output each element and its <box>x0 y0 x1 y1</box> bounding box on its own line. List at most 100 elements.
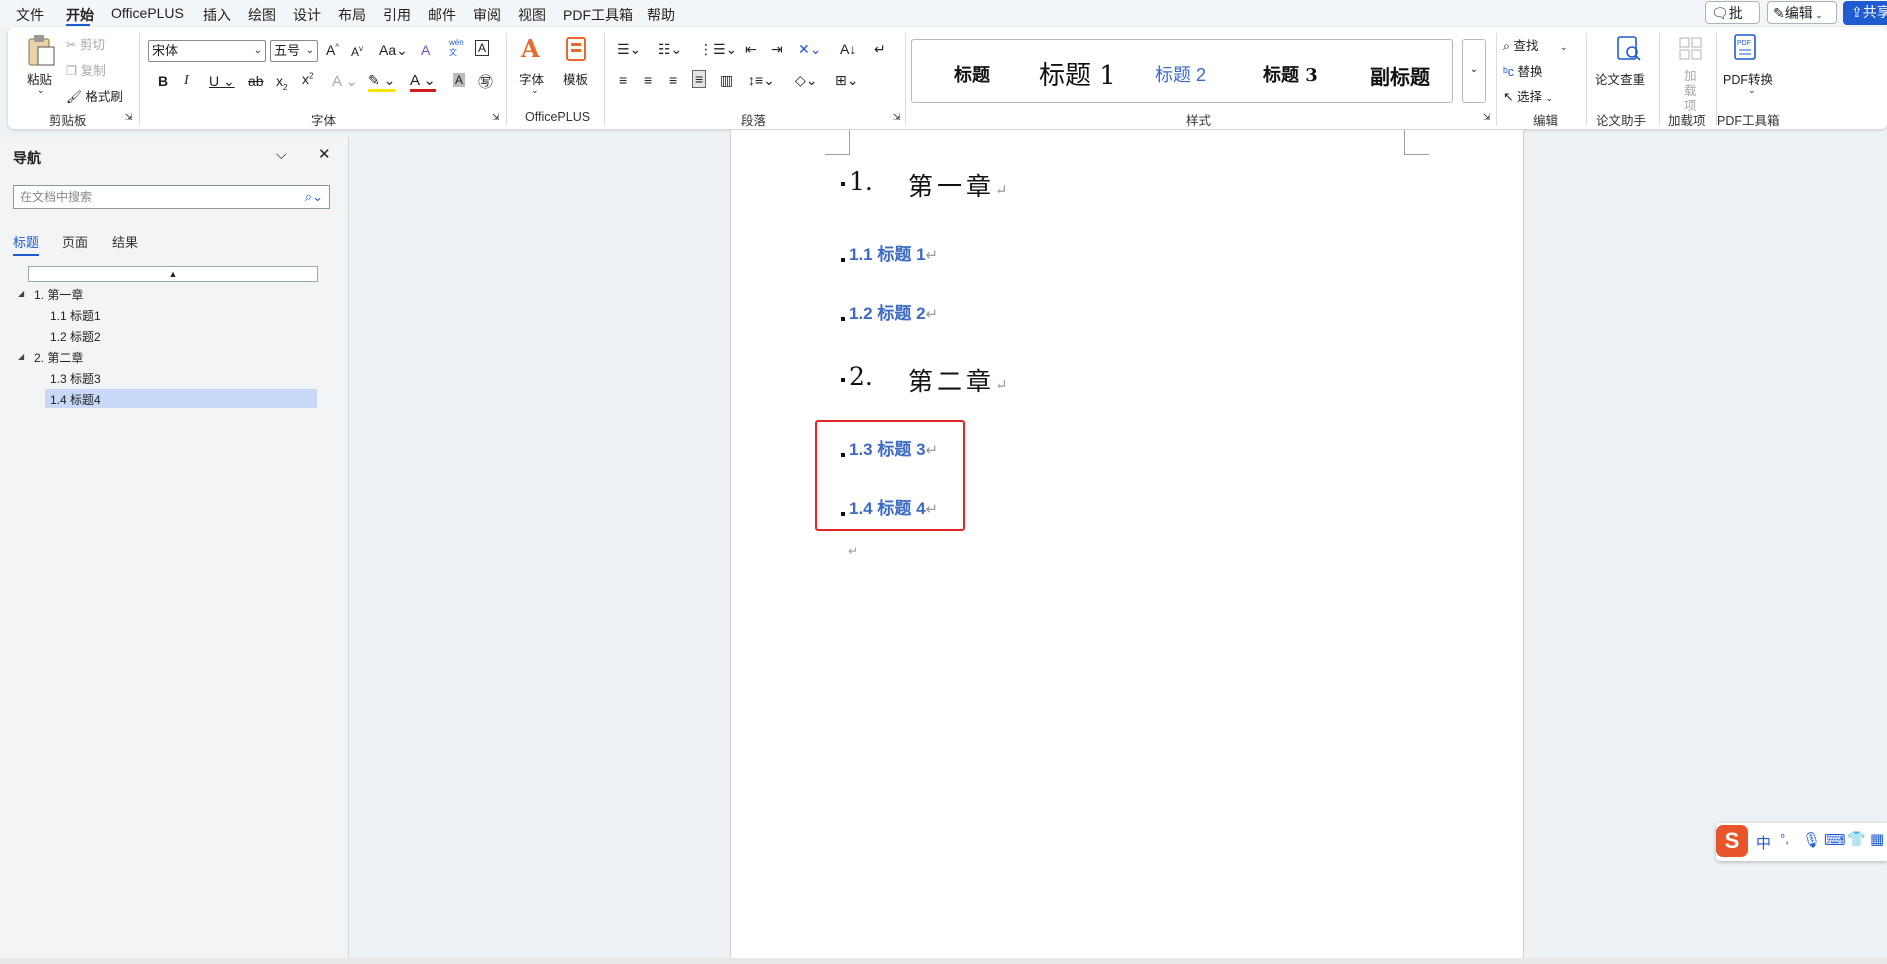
superscript-button[interactable]: x2 <box>302 71 313 87</box>
copy-button[interactable]: ❐ 复制 <box>66 60 106 79</box>
increase-indent-icon[interactable]: ⇥ <box>771 41 783 58</box>
heading-1-1[interactable]: 1.1 标题 1↵ <box>849 240 938 265</box>
paste-icon[interactable] <box>26 33 58 67</box>
ime-punct-toggle[interactable]: °, <box>1780 831 1789 846</box>
tree-item-chapter-2[interactable]: 2. 第二章 <box>34 349 83 366</box>
tree-item-1-1[interactable]: 1.1 标题1 <box>50 307 101 324</box>
menu-references[interactable]: 引用 <box>383 5 411 25</box>
font-launcher-icon[interactable]: ⇲ <box>492 112 500 123</box>
edit-mode-button[interactable]: ✎编辑 ⌄ <box>1767 1 1837 24</box>
pdf-convert-icon[interactable]: PDF <box>1731 33 1761 63</box>
styles-launcher-icon[interactable]: ⇲ <box>1483 112 1491 123</box>
highlight-color-icon[interactable]: ✎ ⌄ <box>368 72 396 92</box>
clipboard-launcher-icon[interactable]: ⇲ <box>125 112 133 123</box>
menu-officeplus[interactable]: OfficePLUS <box>111 5 184 21</box>
bullets-icon[interactable]: ☰⌄ <box>617 41 641 58</box>
plagiarism-check-button[interactable]: 论文查重 <box>1595 69 1645 88</box>
paste-chevron-icon[interactable]: ⌄ <box>37 85 45 96</box>
format-painter-button[interactable]: 🖌 格式刷 <box>66 86 123 105</box>
replace-button[interactable]: ᵇc 替换 <box>1503 61 1542 80</box>
menu-view[interactable]: 视图 <box>518 5 546 25</box>
find-button[interactable]: ⌕ 查找 ⌄ <box>1503 35 1568 54</box>
share-button[interactable]: ⇪共享 <box>1843 1 1887 25</box>
search-icon[interactable]: ⌕⌄ <box>305 186 323 208</box>
distributed-icon[interactable]: ▥ <box>720 72 733 89</box>
chapter-2-number[interactable]: 2. <box>849 362 873 391</box>
style-subtitle[interactable]: 副标题 <box>1370 61 1430 90</box>
numbering-icon[interactable]: ☷⌄ <box>658 41 682 58</box>
close-icon[interactable]: ✕ <box>318 145 331 163</box>
align-left-icon[interactable]: ≡ <box>619 72 627 88</box>
tab-pages[interactable]: 页面 <box>62 232 88 251</box>
skin-icon[interactable]: 👕 <box>1847 830 1866 848</box>
menu-insert[interactable]: 插入 <box>203 5 231 25</box>
show-marks-icon[interactable]: ↵ <box>874 41 886 58</box>
comment-button[interactable]: 🗨批注 <box>1705 1 1760 43</box>
sogou-logo-icon[interactable]: S <box>1716 825 1748 857</box>
tree-item-chapter-1[interactable]: 1. 第一章 <box>34 286 83 303</box>
tree-item-1-2[interactable]: 1.2 标题2 <box>50 328 101 345</box>
paragraph-launcher-icon[interactable]: ⇲ <box>893 112 901 123</box>
ime-lang-toggle[interactable]: 中 <box>1756 832 1771 853</box>
subscript-button[interactable]: x2 <box>276 73 287 92</box>
shading-icon[interactable]: ◇⌄ <box>795 72 818 89</box>
font-color-icon[interactable]: A ⌄ <box>410 71 436 92</box>
template-button[interactable]: 模板 <box>563 69 588 88</box>
style-title[interactable]: 标题 <box>954 61 990 87</box>
line-spacing-icon[interactable]: ↕≡⌄ <box>748 72 775 89</box>
borders-icon[interactable]: ⊞⌄ <box>835 72 858 89</box>
shrink-font-icon[interactable]: Av <box>351 44 363 59</box>
sort-icon[interactable]: A↓ <box>840 41 856 57</box>
align-right-icon[interactable]: ≡ <box>669 72 677 88</box>
text-effects-icon[interactable]: A ⌄ <box>332 72 358 90</box>
change-case-icon[interactable]: Aa⌄ <box>379 42 408 59</box>
menu-help[interactable]: 帮助 <box>647 5 675 25</box>
italic-button[interactable]: I <box>184 73 189 89</box>
clear-format-icon[interactable]: A <box>421 42 430 58</box>
phonetic-guide-icon[interactable]: wén 文 <box>449 38 464 58</box>
bold-button[interactable]: B <box>158 73 168 89</box>
chevron-down-icon[interactable]: ⌄ <box>1748 85 1756 96</box>
cut-button[interactable]: ✂ 剪切 <box>66 34 105 53</box>
template-icon[interactable] <box>564 36 590 64</box>
grow-font-icon[interactable]: A^ <box>326 42 339 58</box>
menu-file[interactable]: 文件 <box>16 5 44 25</box>
enclose-char-icon[interactable]: ㊢ <box>478 71 493 92</box>
officeplus-font-icon[interactable]: A <box>521 34 540 63</box>
nav-options-chevron-icon[interactable]: ⌵ <box>276 146 287 163</box>
menu-layout[interactable]: 布局 <box>338 5 366 25</box>
search-input[interactable]: 在文档中搜索 ⌕⌄ <box>13 185 330 209</box>
addins-icon[interactable] <box>1677 35 1705 63</box>
menu-design[interactable]: 设计 <box>293 5 321 25</box>
microphone-icon[interactable]: 🎙 <box>1802 831 1821 849</box>
justify-icon[interactable]: ≡ <box>692 70 707 88</box>
addins-button[interactable]: 加载项 <box>1684 69 1698 114</box>
styles-more-button[interactable]: ⌄ <box>1462 39 1486 103</box>
tree-item-1-4[interactable]: 1.4 标题4 <box>50 391 101 408</box>
empty-paragraph-mark[interactable]: ↵ <box>848 544 858 558</box>
heading-1-4[interactable]: 1.4 标题 4↵ <box>849 494 938 519</box>
collapse-all-button[interactable]: ▲ <box>28 266 318 282</box>
style-heading3[interactable]: 标题 3 <box>1263 61 1318 87</box>
menu-draw[interactable]: 绘图 <box>248 5 276 25</box>
menu-review[interactable]: 审阅 <box>473 5 501 25</box>
font-name-select[interactable]: 宋体 ⌄ <box>148 40 266 62</box>
menu-mailings[interactable]: 邮件 <box>428 5 456 25</box>
font-size-select[interactable]: 五号 ⌄ <box>270 40 318 62</box>
strikethrough-button[interactable]: ab <box>248 73 264 89</box>
char-border-icon[interactable]: A <box>475 40 490 56</box>
style-heading2[interactable]: 标题 2 <box>1155 61 1206 87</box>
chevron-down-icon[interactable]: ⌄ <box>531 85 539 96</box>
tree-expand-icon[interactable]: ◢ <box>18 289 24 298</box>
menu-home[interactable]: 开始 <box>66 5 94 25</box>
decrease-indent-icon[interactable]: ⇤ <box>745 41 757 58</box>
heading-1-3[interactable]: 1.3 标题 3↵ <box>849 435 938 460</box>
chinese-layout-icon[interactable]: ✕⌄ <box>798 41 821 58</box>
chapter-1-heading[interactable]: 第一章↵ <box>908 167 1012 203</box>
chapter-1-number[interactable]: 1. <box>849 167 873 196</box>
tree-expand-icon[interactable]: ◢ <box>18 352 24 361</box>
chapter-2-heading[interactable]: 第二章↵ <box>908 362 1012 398</box>
tab-results[interactable]: 结果 <box>112 232 138 251</box>
menu-pdf-toolbox[interactable]: PDF工具箱 <box>563 5 633 25</box>
tab-headings[interactable]: 标题 <box>13 232 39 251</box>
